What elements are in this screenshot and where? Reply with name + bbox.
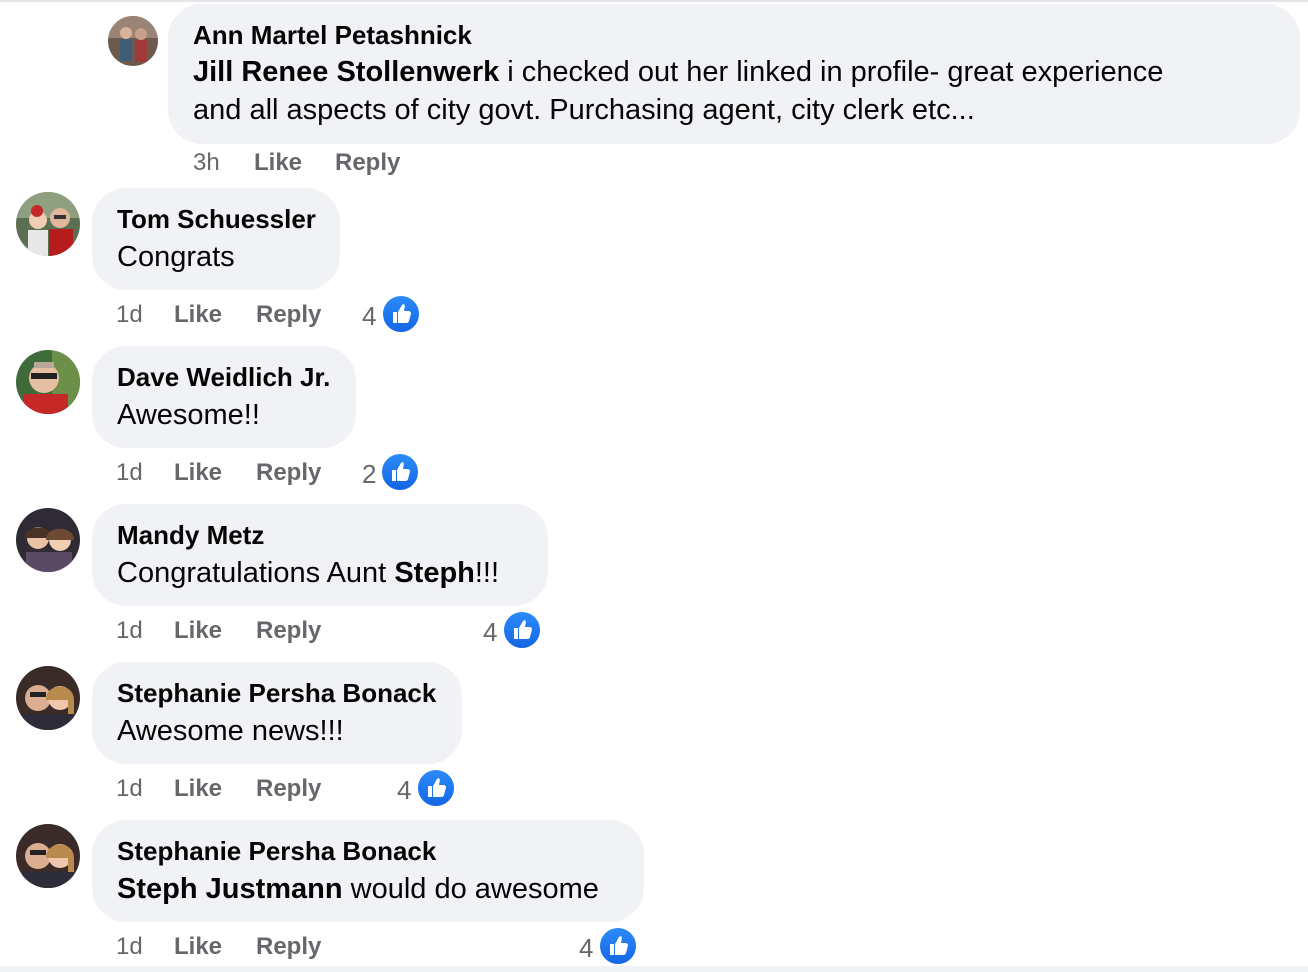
comment-text: Steph Justmann would do awesome <box>117 870 599 908</box>
comment-text-part: Congratulations Aunt <box>117 557 395 589</box>
comment-timestamp[interactable]: 1d <box>116 459 143 487</box>
comment-author[interactable]: Tom Schuessler <box>117 204 316 235</box>
comment-timestamp[interactable]: 3h <box>193 149 220 177</box>
comment-text: Awesome news!!! <box>117 715 344 747</box>
reply-button[interactable]: Reply <box>256 459 321 487</box>
comment-author[interactable]: Ann Martel Petashnick <box>193 20 472 51</box>
like-button[interactable]: Like <box>174 775 222 803</box>
bottom-divider <box>0 966 1308 972</box>
reply-button[interactable]: Reply <box>256 933 321 961</box>
comment-timestamp[interactable]: 1d <box>116 775 143 803</box>
comment-author[interactable]: Stephanie Persha Bonack <box>117 678 436 709</box>
like-thumbs-up-icon[interactable] <box>502 610 542 650</box>
avatar[interactable] <box>16 508 80 572</box>
like-thumbs-up-icon[interactable] <box>598 926 638 966</box>
comment-text: Jill Renee Stollenwerk i checked out her… <box>193 53 1163 129</box>
reaction-count[interactable]: 4 <box>579 933 593 964</box>
comment-text-part: !!! <box>474 557 500 589</box>
like-thumbs-up-icon[interactable] <box>416 768 456 808</box>
reaction-count[interactable]: 4 <box>362 301 376 332</box>
top-divider <box>0 0 1308 2</box>
comment-author[interactable]: Mandy Metz <box>117 520 264 551</box>
like-button[interactable]: Like <box>174 617 222 645</box>
comment-text: Congrats <box>117 241 235 273</box>
reply-button[interactable]: Reply <box>256 775 321 803</box>
comment-author[interactable]: Stephanie Persha Bonack <box>117 836 436 867</box>
comment-timestamp[interactable]: 1d <box>116 933 143 961</box>
comment-text-part: would do awesome <box>342 873 599 905</box>
mention-link[interactable]: Steph <box>394 557 475 589</box>
mention-link[interactable]: Steph Justmann <box>117 873 343 905</box>
reply-button[interactable]: Reply <box>256 617 321 645</box>
reaction-count[interactable]: 2 <box>362 459 376 490</box>
avatar[interactable] <box>16 824 80 888</box>
comment-timestamp[interactable]: 1d <box>116 617 143 645</box>
like-thumbs-up-icon[interactable] <box>380 452 420 492</box>
avatar[interactable] <box>16 192 80 256</box>
avatar[interactable] <box>16 350 80 414</box>
reaction-count[interactable]: 4 <box>483 617 497 648</box>
comment-text-part: and all aspects of city govt. Purchasing… <box>193 94 975 126</box>
comment-text: Awesome!! <box>117 399 260 431</box>
like-thumbs-up-icon[interactable] <box>381 294 421 334</box>
like-button[interactable]: Like <box>174 459 222 487</box>
avatar[interactable] <box>108 16 158 66</box>
like-button[interactable]: Like <box>174 933 222 961</box>
comment-timestamp[interactable]: 1d <box>116 301 143 329</box>
reply-button[interactable]: Reply <box>256 301 321 329</box>
like-button[interactable]: Like <box>254 149 302 177</box>
comment-text-part: i checked out her linked in profile- gre… <box>499 56 1164 88</box>
mention-link[interactable]: Jill Renee Stollenwerk <box>193 56 499 88</box>
reaction-count[interactable]: 4 <box>397 775 411 806</box>
comment-author[interactable]: Dave Weidlich Jr. <box>117 362 330 393</box>
comment-text: Congratulations Aunt Steph!!! <box>117 554 499 592</box>
avatar[interactable] <box>16 666 80 730</box>
reply-button[interactable]: Reply <box>335 149 400 177</box>
like-button[interactable]: Like <box>174 301 222 329</box>
